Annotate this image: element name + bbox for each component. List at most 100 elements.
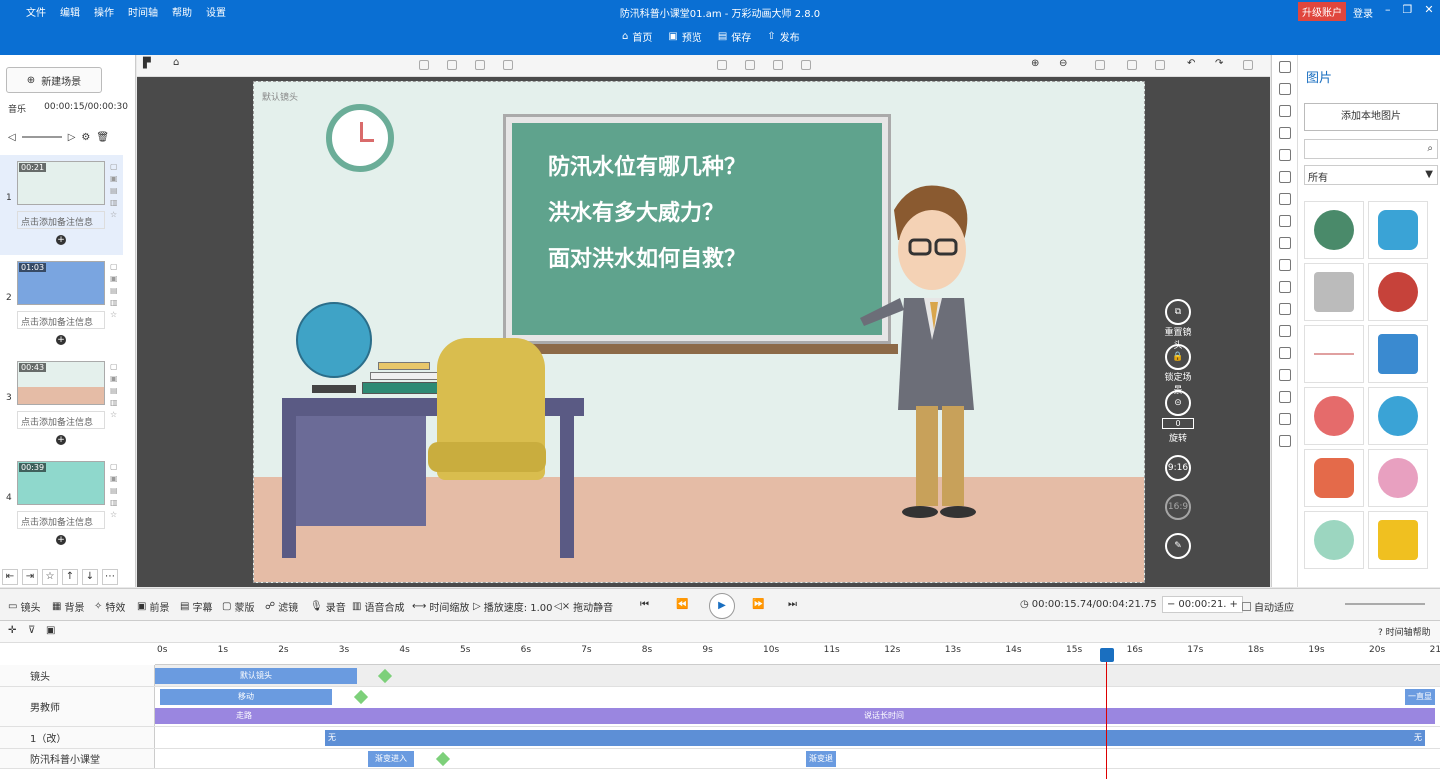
undo-icon[interactable]: ↶ <box>1187 58 1195 69</box>
add-scene-icon[interactable]: + <box>56 435 66 445</box>
gear-icon[interactable]: ⚙ <box>81 132 90 143</box>
tts-tool[interactable]: ▥ 语音合成 <box>352 599 404 614</box>
fade-out-block[interactable]: 渐变退 <box>806 751 836 767</box>
image-item[interactable] <box>1368 387 1428 445</box>
scene-ops[interactable]: ▢ ▣ ▤ ▥ ☆ <box>110 161 118 221</box>
folder-icon[interactable] <box>1278 259 1291 271</box>
image-item[interactable] <box>1368 449 1428 507</box>
film-icon[interactable] <box>1278 281 1291 293</box>
camera-block[interactable]: 默认镜头 <box>155 668 357 684</box>
image-item[interactable] <box>1368 325 1428 383</box>
time-scale-tool[interactable]: ⟷ 时间缩放 <box>412 599 469 614</box>
scene-item-1[interactable]: 1 00:21 点击添加备注信息 + ▢ ▣ ▤ ▥ ☆ <box>0 155 123 255</box>
move-block[interactable]: 移动 <box>160 689 332 705</box>
image-item[interactable] <box>1368 263 1428 321</box>
home-icon[interactable]: ⌂ <box>173 57 179 68</box>
effect-tool[interactable]: ✧ 特效 <box>94 599 125 614</box>
move-down-icon[interactable]: ↓ <box>82 569 98 585</box>
scene-thumbnail[interactable]: 00:21 <box>17 161 105 205</box>
import-icon[interactable]: ⇤ <box>2 569 18 585</box>
speed-tool[interactable]: ▷ 播放速度: 1.00 <box>473 599 553 614</box>
filter-icon[interactable]: ⊽ <box>28 625 35 636</box>
save-button[interactable]: ▤ 保存 <box>718 29 751 44</box>
scene-item-2[interactable]: 2 01:03 点击添加备注信息 + ▢ ▣ ▤ ▥ ☆ <box>0 255 123 355</box>
compass-icon[interactable] <box>1278 303 1291 315</box>
align-icon[interactable] <box>419 60 429 70</box>
scene-thumbnail[interactable]: 00:43 <box>17 361 105 405</box>
align-icon[interactable] <box>503 60 513 70</box>
next-scene-icon[interactable]: ⏭ <box>788 599 797 610</box>
keyframe[interactable] <box>377 668 393 684</box>
home-button[interactable]: ⌂ 首页 <box>622 29 652 44</box>
volume-up-icon[interactable]: ▷ <box>68 132 76 143</box>
image-filter-select[interactable]: 所有 ▼ <box>1304 165 1438 185</box>
play-button[interactable]: ▶ <box>709 593 735 619</box>
add-local-image-button[interactable]: 添加本地图片 <box>1304 103 1438 131</box>
audio-block[interactable]: 无无 <box>325 730 1425 746</box>
next-frame-icon[interactable]: ⏩ <box>752 599 764 610</box>
distribute-icon[interactable] <box>745 60 755 70</box>
settings-icon[interactable] <box>1243 60 1253 70</box>
fade-in-block[interactable]: 渐变进入 <box>368 751 414 767</box>
rotate-control[interactable]: ⊝ 0 旋转 <box>1162 390 1194 444</box>
image-item[interactable] <box>1304 387 1364 445</box>
chart-icon[interactable] <box>1278 215 1291 227</box>
track-teacher[interactable]: 男教师 移动 一直显 走路 说话长时间 <box>0 687 1440 727</box>
edit-control[interactable]: ✎ <box>1162 533 1194 559</box>
add-scene-icon[interactable]: + <box>56 335 66 345</box>
record-tool[interactable]: 🎙 录音 <box>310 599 346 614</box>
more-icon[interactable]: ⋯ <box>102 569 118 585</box>
preview-button[interactable]: ▣ 预览 <box>668 29 701 44</box>
paste-icon[interactable] <box>1155 60 1165 70</box>
distribute-icon[interactable] <box>717 60 727 70</box>
export-icon[interactable]: ⇥ <box>22 569 38 585</box>
canvas-area[interactable]: 默认镜头 防汛水位有哪几种？ 洪水有多大威力？ 面对洪水如何自救？ <box>137 77 1270 587</box>
stay-block[interactable]: 一直显 <box>1405 689 1435 705</box>
sigma-icon[interactable] <box>1278 391 1291 403</box>
distribute-icon[interactable] <box>801 60 811 70</box>
move-up-icon[interactable]: ↑ <box>62 569 78 585</box>
keyframe[interactable] <box>353 689 369 705</box>
globe-image[interactable] <box>296 302 372 378</box>
music-icon[interactable] <box>1278 149 1291 161</box>
publish-button[interactable]: ⇧ 发布 <box>767 29 799 44</box>
zoom-slider[interactable] <box>1345 603 1425 605</box>
lock-icon[interactable]: 🔒 <box>1165 344 1191 370</box>
mute-tool[interactable]: ◁× 拖动静音 <box>554 599 613 614</box>
fit-icon[interactable]: ▛ <box>143 58 151 69</box>
reset-camera-icon[interactable]: ⧉ <box>1165 299 1191 325</box>
camera-tool[interactable]: ▭ 镜头 <box>8 599 40 614</box>
keyframe[interactable] <box>435 751 451 767</box>
filter-tool[interactable]: ☍ 滤镜 <box>265 599 298 614</box>
blackboard[interactable]: 防汛水位有哪几种？ 洪水有多大威力？ 面对洪水如何自救？ <box>503 114 891 344</box>
zoom-out-icon[interactable]: ⊖ <box>1059 58 1067 69</box>
image-icon[interactable] <box>1278 83 1291 95</box>
rotate-input[interactable]: 0 <box>1162 418 1194 429</box>
scene-note[interactable]: 点击添加备注信息 <box>17 511 105 529</box>
close-icon[interactable]: ✕ <box>1424 3 1433 16</box>
tool-icon[interactable] <box>1278 237 1291 249</box>
image-item[interactable] <box>1304 201 1364 259</box>
zoom-in-icon[interactable]: ⊕ <box>1031 58 1039 69</box>
add-scene-icon[interactable]: + <box>56 235 66 245</box>
rotate-icon[interactable]: ⊝ <box>1165 390 1191 416</box>
redo-icon[interactable]: ↷ <box>1215 58 1223 69</box>
image-item[interactable] <box>1304 449 1364 507</box>
ratio-9-16-button[interactable]: 9:16 <box>1162 455 1194 481</box>
align-icon[interactable] <box>475 60 485 70</box>
image-item[interactable] <box>1368 201 1428 259</box>
restore-icon[interactable]: ❐ <box>1403 3 1413 16</box>
add-icon[interactable]: ✛ <box>8 625 16 636</box>
image-search-input[interactable]: ⌕ <box>1304 139 1438 159</box>
prev-scene-icon[interactable]: ⏮ <box>640 599 649 610</box>
foreground-tool[interactable]: ▣ 前景 <box>137 599 169 614</box>
group-icon[interactable]: ▣ <box>46 625 55 636</box>
ratio-16-9-button[interactable]: 16:9 <box>1162 494 1194 520</box>
books-image[interactable] <box>362 362 442 398</box>
character-icon[interactable] <box>1278 127 1291 139</box>
add-scene-icon[interactable]: + <box>56 535 66 545</box>
image-item[interactable] <box>1304 511 1364 569</box>
scene-ops[interactable]: ▢ ▣ ▤ ▥ ☆ <box>110 261 118 321</box>
scene-thumbnail[interactable]: 01:03 <box>17 261 105 305</box>
text-icon[interactable] <box>1278 105 1291 117</box>
